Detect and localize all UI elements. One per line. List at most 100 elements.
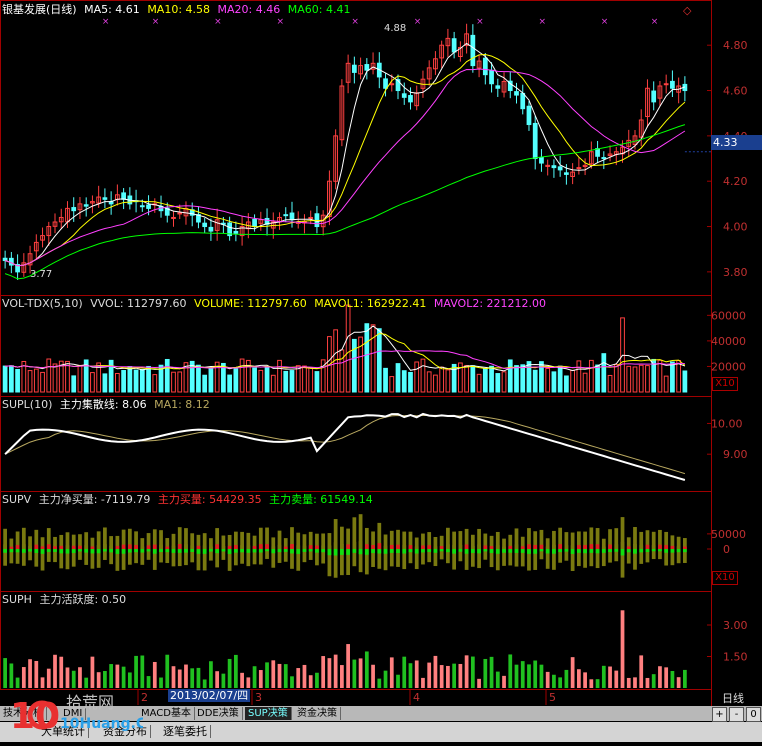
net-sell-bar	[265, 549, 269, 552]
net-buy-bar	[271, 546, 276, 549]
volume-bar	[389, 376, 395, 393]
activity-bar	[84, 677, 89, 688]
volume-bar	[302, 365, 307, 393]
event-marker: ×	[651, 17, 659, 27]
net-sell-bar	[633, 549, 637, 554]
watermark-graphic: 10 拾荒网 10Huang.CN	[10, 693, 158, 737]
net-sell-bar	[71, 549, 76, 553]
net-sell-bar	[358, 549, 363, 555]
candle-body	[401, 93, 407, 98]
net-buy-bar	[664, 545, 669, 549]
activity-bar	[146, 676, 151, 688]
net-buy-bar	[46, 544, 51, 549]
net-sell-bar	[545, 549, 550, 554]
net-buy-bar	[446, 544, 450, 549]
net-buy-bar	[670, 545, 675, 549]
net-buy-bar	[258, 544, 263, 549]
volume-bar	[208, 367, 214, 393]
watermark-logo: 10 拾荒网 10Huang.CN	[8, 688, 158, 742]
net-sell-bar	[283, 549, 288, 552]
activity-bar	[96, 672, 101, 688]
net-sell-bar	[664, 549, 669, 553]
tab-tick-orders[interactable]: 逐笔委托	[160, 725, 211, 738]
volume-bar	[127, 366, 133, 393]
candle-body	[171, 216, 176, 219]
activity-bar	[277, 663, 282, 688]
net-sell-bar	[196, 549, 201, 554]
activity-bar	[427, 662, 432, 688]
volume-bar	[482, 367, 488, 393]
activity-bar	[90, 656, 95, 688]
net-buy-bar	[389, 544, 394, 549]
volume-bar	[370, 324, 376, 393]
activity-bar	[651, 674, 656, 688]
volume-bar	[15, 368, 20, 393]
net-sell-bar	[258, 549, 263, 553]
activity-bar	[377, 678, 382, 688]
volume-bar	[626, 365, 632, 393]
activity-bar	[402, 656, 407, 688]
activity-bar	[452, 663, 457, 688]
ma20-label: MA20: 4.46	[217, 3, 281, 16]
net-buy-bar	[552, 544, 556, 549]
net-sell-bar	[427, 549, 432, 552]
net-buy-bar	[265, 544, 269, 549]
tab-dde[interactable]: DDE决策	[194, 707, 243, 720]
candle-body	[595, 148, 600, 157]
volume-bar	[632, 366, 638, 393]
volume-bar	[196, 364, 201, 393]
reset-button[interactable]: 0	[746, 707, 761, 722]
net-sell-bar	[614, 549, 619, 552]
activity-bar	[364, 651, 369, 688]
net-buy-bar	[520, 546, 525, 549]
volume-bar	[657, 359, 663, 393]
activity-bar	[265, 662, 269, 688]
activity-bar	[508, 654, 513, 688]
net-sell-bar	[527, 549, 531, 554]
activity-bar	[383, 670, 388, 688]
volume-bar	[252, 367, 257, 393]
zoom-in-button[interactable]: +	[712, 707, 727, 722]
net-sell-bar	[308, 549, 313, 552]
net-buy-bar	[508, 545, 513, 549]
net-buy-bar	[383, 545, 388, 549]
activity-bar	[184, 664, 188, 688]
tab-macd[interactable]: MACD基本	[138, 707, 195, 720]
event-marker: ×	[152, 17, 160, 27]
net-buy-bar	[240, 545, 244, 549]
net-buy-bar	[40, 546, 45, 549]
net-buy-bar	[159, 544, 163, 549]
activity-bar	[290, 676, 294, 688]
net-buy-bar	[171, 545, 176, 549]
supl-header: SUPL(10) 主力集散线: 8.06 MA1: 8.12	[2, 398, 214, 412]
ma60-label: MA60: 4.41	[287, 3, 351, 16]
net-buy-bar	[177, 544, 182, 549]
volume-bar	[376, 328, 382, 393]
net-sell-bar	[165, 549, 170, 553]
net-buy-bar	[34, 544, 39, 549]
period-label[interactable]: 日线	[722, 690, 744, 706]
net-sell-bar	[439, 549, 444, 552]
net-sell-bar	[53, 549, 57, 552]
activity-bar	[46, 668, 51, 688]
candle-body	[576, 167, 582, 170]
month-label: 4	[413, 691, 420, 704]
tab-sup[interactable]: SUP决策	[245, 707, 292, 720]
volume-bar	[283, 370, 289, 393]
mavol1-line	[5, 325, 686, 372]
activity-bar	[159, 677, 163, 688]
net-sell-bar	[202, 549, 207, 554]
activity-bar	[327, 658, 332, 688]
net-buy-bar	[202, 545, 207, 549]
supl-ma-line	[4, 414, 686, 475]
net-buy-bar	[427, 545, 432, 549]
volume-bar	[46, 358, 52, 393]
sell-label: 主力卖量: 61549.14	[269, 493, 373, 506]
buy-label: 主力买量: 54429.35	[157, 493, 262, 506]
tab-fund[interactable]: 资金决策	[294, 707, 341, 720]
net-sell-bar	[252, 549, 257, 553]
ma10-label: MA10: 4.58	[147, 3, 211, 16]
zoom-out-button[interactable]: -	[729, 707, 744, 722]
net-sell-bar	[377, 549, 382, 554]
volume-bar	[414, 361, 420, 393]
